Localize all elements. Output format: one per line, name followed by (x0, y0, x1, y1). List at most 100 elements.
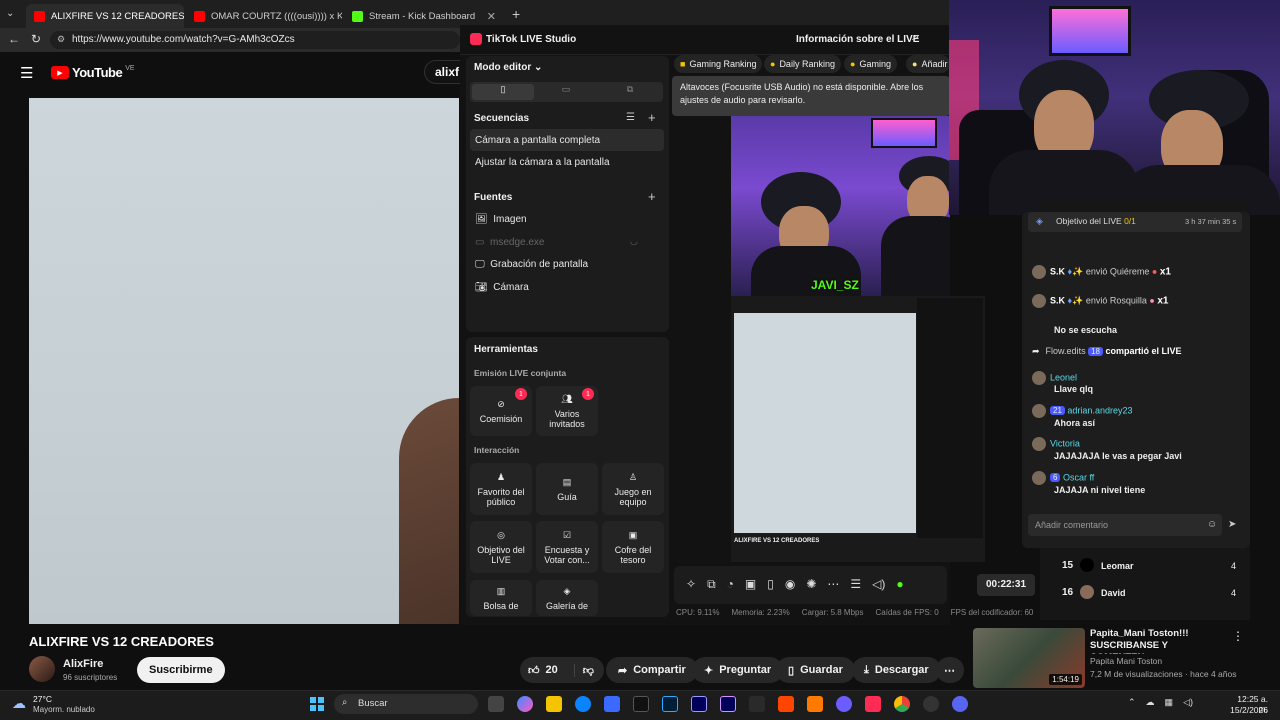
source-item-image[interactable]: 🖼︎ Imagen (475, 214, 527, 225)
reload-icon[interactable]: ↻ (31, 32, 41, 46)
chevron-up-icon[interactable]: ⌃ (1128, 697, 1136, 708)
avatar[interactable] (1032, 371, 1046, 385)
app-icon[interactable] (923, 696, 939, 712)
windows-start-icon[interactable] (310, 697, 324, 711)
site-info-icon[interactable]: ⚙ (57, 34, 65, 45)
gift-icon: ● (1149, 295, 1155, 306)
comment-input[interactable]: Añadir comentario (1028, 514, 1222, 536)
favorite-audience-tool[interactable]: ♟ Favorito del público (470, 463, 532, 515)
speaker-icon[interactable]: ◁) (872, 577, 885, 592)
gallery-tool[interactable]: ◈ Galería de (536, 580, 598, 616)
share-out-icon[interactable]: ⇗ (911, 33, 919, 44)
after-effects-icon[interactable] (720, 696, 736, 712)
settings-icon[interactable]: ✺ (806, 577, 816, 592)
tab-youtube-alixfire[interactable]: ALIXFIRE VS 12 CREADORES - You ✕ (26, 4, 184, 28)
chrome-icon[interactable] (894, 696, 910, 712)
avatar[interactable] (1032, 471, 1046, 485)
editor-mode-dropdown[interactable]: Modo editor ⌄ (474, 62, 542, 73)
team-game-tool[interactable]: ♙ Juego en equipo (602, 463, 664, 515)
dislike-icon[interactable]: 👎︎ (573, 663, 594, 677)
weather-icon[interactable]: ☁ (12, 695, 26, 712)
subscribe-button[interactable]: Suscribirme (137, 657, 225, 683)
app-icon[interactable] (778, 696, 794, 712)
layout-icon[interactable]: ⧉ (707, 577, 716, 592)
back-icon[interactable]: ← (8, 32, 20, 46)
sequence-item[interactable]: Ajustar la cámara a la pantalla (475, 157, 610, 168)
scene-icon[interactable]: ▣ (745, 577, 756, 592)
add-chip[interactable]: ● Añadir (906, 55, 950, 73)
video-player[interactable] (29, 98, 459, 624)
download-button[interactable]: ⤓ Descargar (852, 657, 941, 683)
source-item-camera[interactable]: 📷︎ Cámara (475, 282, 529, 293)
network-icon[interactable]: ▦ (1165, 697, 1174, 708)
emoji-icon[interactable]: ☺ (1207, 519, 1217, 530)
menu-icon[interactable]: ☰ (20, 64, 33, 82)
recommended-menu-icon[interactable]: ⋮ (1232, 629, 1244, 643)
avatar[interactable] (1032, 265, 1046, 279)
recommended-title[interactable]: Papita_Mani Toston!!! SUSCRIBANSE Y COME… (1090, 628, 1230, 654)
guide-tool[interactable]: ▤ Guía (536, 463, 598, 515)
url-field[interactable]: ⚙ https://www.youtube.com/watch?v=G-AMh3… (50, 31, 460, 49)
close-tab-icon[interactable]: ✕ (487, 10, 496, 23)
channel-name[interactable]: AlixFire (63, 658, 103, 670)
save-button[interactable]: ▯ Guardar (776, 657, 855, 683)
more-actions-button[interactable]: ⋯ (936, 657, 964, 683)
more-icon[interactable]: ⋯ (827, 577, 839, 592)
tab-list-icon[interactable]: ⌄ (6, 8, 14, 19)
phone-icon[interactable]: ▯ (767, 577, 774, 592)
source-item-msedge[interactable]: ▭ msedge.exe (475, 237, 545, 248)
file-explorer-icon[interactable] (546, 696, 562, 712)
add-source-button[interactable]: + (648, 189, 656, 204)
like-icon[interactable]: 👍︎ (528, 664, 540, 677)
source-item-screen[interactable]: 🖵︎ Grabación de pantalla (475, 259, 588, 270)
discord-icon[interactable] (952, 696, 968, 712)
portrait-mode-icon[interactable]: ▯ (472, 84, 534, 100)
taskbar-search[interactable]: ⌕ Buscar (334, 694, 478, 714)
bag-tool[interactable]: ▥ Bolsa de (470, 580, 532, 616)
hidden-eye-icon[interactable]: ◡ (630, 236, 638, 247)
avatar[interactable] (1032, 437, 1046, 451)
avatar[interactable] (1032, 294, 1046, 308)
magic-icon[interactable]: ✧ (686, 577, 696, 592)
search-input[interactable]: alixf (424, 60, 464, 84)
new-tab-button[interactable]: + (512, 6, 520, 22)
vlc-icon[interactable] (807, 696, 823, 712)
volume-icon[interactable]: ◁) (1183, 697, 1193, 708)
photoshop-icon[interactable] (662, 696, 678, 712)
live-goal-tool[interactable]: ◎ Objetivo del LIVE (470, 521, 532, 573)
task-view-icon[interactable] (488, 696, 504, 712)
ask-button[interactable]: ✦ Preguntar (692, 657, 784, 683)
landscape-mode-icon[interactable]: ▭ (540, 84, 592, 100)
avatar[interactable] (1032, 404, 1046, 418)
tiktok-icon[interactable] (633, 696, 649, 712)
gaming-chip[interactable]: ● Gaming (844, 55, 897, 73)
store-icon[interactable] (604, 696, 620, 712)
copilot-icon[interactable] (517, 696, 533, 712)
daily-ranking-chip[interactable]: ● Daily Ranking (764, 55, 841, 73)
chip-label: Daily Ranking (779, 59, 835, 69)
tab-youtube-omar[interactable]: OMAR COURTZ ((((ousi)))) x KARBe ✕ (186, 4, 342, 28)
capcut-icon[interactable] (749, 696, 765, 712)
edge-icon[interactable] (575, 696, 591, 712)
sliders-icon[interactable]: ☰ (850, 577, 861, 592)
recommended-thumbnail[interactable]: 1:54:19 (973, 628, 1085, 688)
channel-avatar[interactable] (29, 656, 55, 682)
premiere-icon[interactable] (691, 696, 707, 712)
treasure-chest-tool[interactable]: ▣ Cofre del tesoro (602, 521, 664, 573)
list-icon[interactable]: ☰ (626, 112, 635, 123)
effects-icon[interactable]: ◔ (727, 577, 734, 592)
record-icon[interactable]: ◉ (785, 577, 795, 592)
gaming-ranking-chip[interactable]: ■ Gaming Ranking (674, 55, 763, 73)
live-info-link[interactable]: Información sobre el LIVE (796, 34, 919, 45)
poll-tool[interactable]: ☑ Encuesta y Votar con... (536, 521, 598, 573)
split-mode-icon[interactable]: ⧉ (600, 84, 660, 100)
share-button[interactable]: ➦ Compartir (606, 657, 698, 683)
recommended-channel[interactable]: Papita Mani Toston (1090, 656, 1162, 666)
add-sequence-button[interactable]: + (648, 110, 656, 125)
tiktok-studio-icon[interactable] (865, 696, 881, 712)
send-icon[interactable]: ➤ (1228, 519, 1236, 530)
cloud-icon[interactable]: ☁ (1146, 697, 1155, 708)
obs-icon[interactable] (836, 696, 852, 712)
mic-icon[interactable]: ● (896, 577, 903, 592)
youtube-logo[interactable]: ▶ YouTube VE (51, 65, 135, 80)
